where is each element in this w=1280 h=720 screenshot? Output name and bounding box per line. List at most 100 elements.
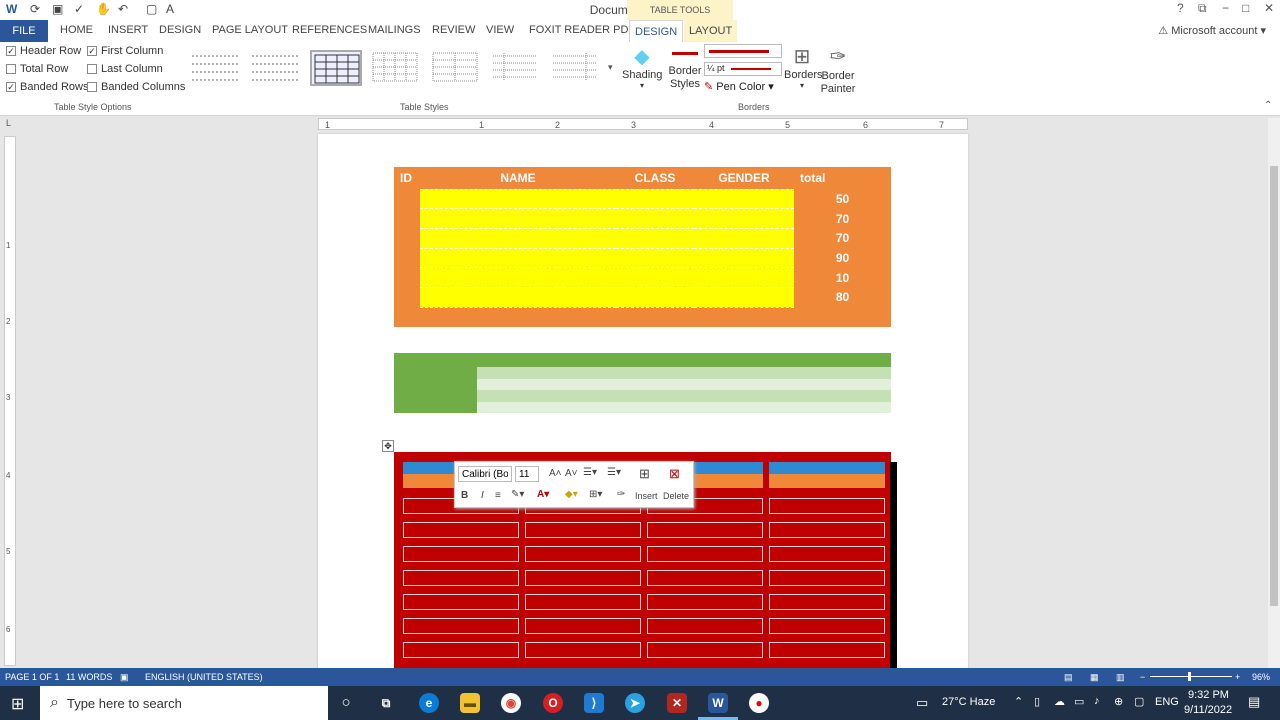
- taskbar-search[interactable]: ⌕ Type here to search: [40, 686, 328, 720]
- table-cell[interactable]: [647, 546, 763, 562]
- tab-design[interactable]: DESIGN: [159, 24, 201, 36]
- table-cell[interactable]: [694, 188, 794, 210]
- table-cell[interactable]: [394, 401, 477, 413]
- table-cell[interactable]: [403, 642, 519, 658]
- bold-button[interactable]: B: [461, 490, 468, 501]
- first-column-checkbox[interactable]: ✓ First Column: [87, 45, 163, 57]
- last-column-checkbox[interactable]: Last Column: [87, 63, 163, 75]
- proofing-icon[interactable]: ▣: [120, 672, 129, 683]
- table-header-row[interactable]: [394, 353, 891, 367]
- cloud-icon[interactable]: ☁: [1054, 695, 1065, 708]
- table-cell[interactable]: [560, 353, 643, 367]
- weather-text[interactable]: 27°C Haze: [942, 696, 995, 708]
- total-cell[interactable]: 80: [794, 287, 891, 308]
- task-view-icon[interactable]: ⧉: [376, 693, 396, 713]
- table-row[interactable]: [394, 401, 891, 413]
- align-center-icon[interactable]: ≡: [495, 490, 501, 501]
- clock-date[interactable]: 9/11/2022: [1184, 704, 1232, 716]
- table-cell[interactable]: [403, 570, 519, 586]
- table-row[interactable]: [394, 378, 891, 390]
- tab-page-layout[interactable]: PAGE LAYOUT: [212, 24, 288, 36]
- maximize-button[interactable]: □: [1242, 1, 1249, 15]
- table-cell[interactable]: [403, 618, 519, 634]
- format-painter-icon[interactable]: ✑: [617, 489, 625, 500]
- table-cell[interactable]: [525, 618, 641, 634]
- table-cell[interactable]: [647, 570, 763, 586]
- read-mode-icon[interactable]: ▤: [1064, 672, 1073, 683]
- table-cell[interactable]: [809, 367, 891, 379]
- table-cell[interactable]: [394, 228, 420, 249]
- table-cell[interactable]: [394, 189, 420, 209]
- table-style-plain-2[interactable]: [250, 50, 302, 86]
- table-cell[interactable]: [769, 594, 885, 610]
- tab-selector-icon[interactable]: L: [6, 118, 11, 128]
- table-cell[interactable]: [647, 594, 763, 610]
- zoom-level[interactable]: 96%: [1252, 672, 1270, 682]
- table-cell[interactable]: [477, 390, 560, 402]
- line-weight-select[interactable]: ¼ pt: [704, 62, 782, 76]
- font-color-icon[interactable]: A▾: [537, 489, 549, 500]
- delete-label[interactable]: Delete: [663, 491, 689, 501]
- clock-time[interactable]: 9:32 PM: [1188, 689, 1229, 701]
- table-cell[interactable]: [477, 378, 560, 390]
- borders-button[interactable]: ⊞ Borders ▾: [784, 44, 823, 90]
- table-cell[interactable]: [616, 208, 694, 229]
- help-icon[interactable]: ?: [1177, 1, 1184, 15]
- header-row-checkbox[interactable]: ✓ Header Row: [6, 45, 81, 57]
- tray-app-icon[interactable]: ▯: [1034, 695, 1040, 708]
- table-cell[interactable]: [394, 307, 420, 327]
- table-cell[interactable]: [726, 401, 809, 413]
- banded-rows-checkbox[interactable]: ✓ Banded Rows: [6, 81, 89, 93]
- table-cell[interactable]: [420, 188, 616, 210]
- table-style-list-2[interactable]: [490, 50, 542, 86]
- table-cell[interactable]: [769, 498, 885, 514]
- numbering-icon[interactable]: ☰▾: [607, 467, 621, 478]
- recorder-icon[interactable]: ●: [749, 693, 769, 713]
- table-cell[interactable]: [769, 546, 885, 562]
- input-language[interactable]: ENG: [1155, 696, 1179, 708]
- italic-button[interactable]: I: [481, 490, 484, 501]
- table-cell[interactable]: [394, 267, 420, 288]
- table-cell[interactable]: [394, 378, 477, 390]
- pen-color-button[interactable]: ✎ Pen Color ▾: [704, 80, 774, 93]
- table-cell[interactable]: [560, 390, 643, 402]
- table-cell[interactable]: [647, 522, 763, 538]
- shading-icon[interactable]: ◆▾: [565, 489, 578, 500]
- close-button[interactable]: ✕: [1264, 1, 1274, 15]
- insert-table-icon[interactable]: ⊞: [639, 466, 650, 482]
- grow-font-icon[interactable]: A˄: [549, 468, 562, 479]
- tab-table-design[interactable]: DESIGN: [629, 20, 684, 42]
- table-cell[interactable]: [726, 390, 809, 402]
- table-cell[interactable]: [694, 247, 794, 269]
- table-cell[interactable]: [525, 642, 641, 658]
- minimize-button[interactable]: −: [1222, 1, 1229, 15]
- table-cell[interactable]: [403, 522, 519, 538]
- table-cell[interactable]: [403, 594, 519, 610]
- table-cell[interactable]: [643, 378, 726, 390]
- ruler-bar[interactable]: 1 1 2 3 4 5 6 7: [318, 118, 968, 130]
- border-painter-button[interactable]: ✑ Border Painter: [820, 44, 856, 96]
- table-cell[interactable]: [420, 286, 616, 308]
- chrome-icon[interactable]: ◉: [501, 693, 521, 713]
- table-cell[interactable]: [643, 390, 726, 402]
- font-size-input[interactable]: [515, 466, 539, 482]
- total-cell[interactable]: 70: [794, 208, 891, 229]
- table-cell[interactable]: [769, 474, 885, 488]
- table-cell[interactable]: [616, 267, 694, 288]
- table-cell[interactable]: [525, 570, 641, 586]
- delete-table-icon[interactable]: ⊠: [669, 466, 680, 482]
- speaker-icon[interactable]: ♪: [1094, 695, 1100, 707]
- collapse-ribbon-icon[interactable]: ⌃: [1264, 100, 1272, 111]
- table-cell[interactable]: [643, 367, 726, 379]
- table-cell[interactable]: [394, 353, 477, 367]
- table-cell[interactable]: [616, 307, 694, 327]
- table-row[interactable]: 10: [394, 267, 891, 288]
- table-style-plain[interactable]: [190, 50, 242, 86]
- table-cell[interactable]: [525, 522, 641, 538]
- table-style-light-grid[interactable]: [370, 50, 422, 86]
- table-cell[interactable]: [394, 390, 477, 402]
- table-cell[interactable]: [643, 401, 726, 413]
- table-cell[interactable]: [560, 378, 643, 390]
- table-style-list[interactable]: [430, 50, 482, 86]
- table-row[interactable]: [394, 390, 891, 402]
